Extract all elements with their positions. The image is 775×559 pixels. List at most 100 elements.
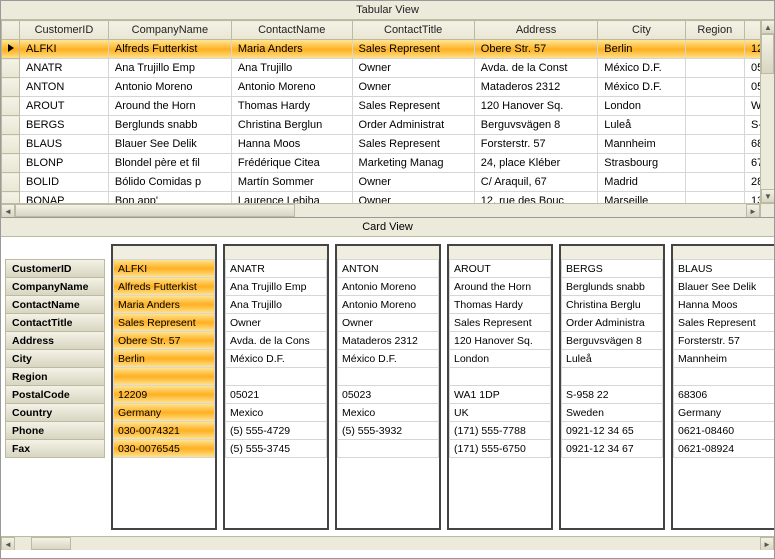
card-value[interactable]: AROUT xyxy=(449,259,551,278)
cell[interactable]: Marketing Manag xyxy=(352,154,474,173)
card-value[interactable] xyxy=(561,367,663,386)
card-horizontal-scrollbar[interactable]: ◄ ► xyxy=(1,536,774,550)
card-value[interactable]: Luleå xyxy=(561,349,663,368)
cell[interactable]: Ana Trujillo Emp xyxy=(108,59,231,78)
scroll-track[interactable] xyxy=(15,204,746,217)
cell[interactable] xyxy=(685,192,744,204)
card-value[interactable]: Obere Str. 57 xyxy=(113,331,215,350)
cell[interactable]: Order Administrat xyxy=(352,116,474,135)
card-value[interactable]: UK xyxy=(449,403,551,422)
cell[interactable]: Berglunds snabb xyxy=(108,116,231,135)
card-value[interactable]: BLAUS xyxy=(673,259,774,278)
cell[interactable] xyxy=(685,173,744,192)
card-value[interactable]: (171) 555-7788 xyxy=(449,421,551,440)
card-value[interactable]: México D.F. xyxy=(225,349,327,368)
cell[interactable]: Blondel père et fil xyxy=(108,154,231,173)
cell[interactable]: Frédérique Citea xyxy=(231,154,352,173)
card-value[interactable]: (171) 555-6750 xyxy=(449,439,551,458)
card-value[interactable]: Owner xyxy=(225,313,327,332)
cell[interactable]: AROUT xyxy=(20,97,109,116)
card-value[interactable]: Owner xyxy=(337,313,439,332)
card-header[interactable] xyxy=(449,246,551,260)
card-value[interactable]: Christina Berglu xyxy=(561,295,663,314)
column-header[interactable]: Region xyxy=(685,21,744,40)
card-value[interactable]: Maria Anders xyxy=(113,295,215,314)
card-value[interactable]: ALFKI xyxy=(113,259,215,278)
cell[interactable]: ANATR xyxy=(20,59,109,78)
cell[interactable]: S-! xyxy=(745,116,761,135)
card-value[interactable]: WA1 1DP xyxy=(449,385,551,404)
cell[interactable]: ANTON xyxy=(20,78,109,97)
card[interactable]: ALFKIAlfreds FutterkistMaria AndersSales… xyxy=(111,244,217,530)
card-value[interactable]: Berlin xyxy=(113,349,215,368)
card-header[interactable] xyxy=(337,246,439,260)
cell[interactable]: 13 xyxy=(745,192,761,204)
table-row[interactable]: BERGSBerglunds snabbChristina BerglunOrd… xyxy=(2,116,761,135)
row-header[interactable] xyxy=(2,97,20,116)
table-row[interactable]: BLAUSBlauer See DelikHanna MoosSales Rep… xyxy=(2,135,761,154)
cell[interactable] xyxy=(685,135,744,154)
card-value[interactable]: Sales Represent xyxy=(673,313,774,332)
cell[interactable]: Bólido Comidas p xyxy=(108,173,231,192)
card-value[interactable]: Order Administra xyxy=(561,313,663,332)
card-value[interactable] xyxy=(225,367,327,386)
cell[interactable]: Sales Represent xyxy=(352,97,474,116)
card-value[interactable]: S-958 22 xyxy=(561,385,663,404)
cell[interactable]: Obere Str. 57 xyxy=(474,40,598,59)
table-row[interactable]: ANTONAntonio MorenoAntonio MorenoOwnerMa… xyxy=(2,78,761,97)
row-header[interactable] xyxy=(2,59,20,78)
column-header[interactable]: Address xyxy=(474,21,598,40)
cell[interactable]: W. xyxy=(745,97,761,116)
cell[interactable]: Mannheim xyxy=(598,135,685,154)
card[interactable]: ANATRAna Trujillo EmpAna TrujilloOwnerAv… xyxy=(223,244,329,530)
card-value[interactable]: 0621-08460 xyxy=(673,421,774,440)
cell[interactable]: México D.F. xyxy=(598,78,685,97)
cell[interactable]: Marseille xyxy=(598,192,685,204)
card-value[interactable]: (5) 555-3745 xyxy=(225,439,327,458)
cell[interactable]: Owner xyxy=(352,192,474,204)
card-value[interactable]: Hanna Moos xyxy=(673,295,774,314)
card-value[interactable]: Sales Represent xyxy=(449,313,551,332)
cell[interactable]: 68 xyxy=(745,135,761,154)
cell[interactable]: Maria Anders xyxy=(231,40,352,59)
card-value[interactable]: México D.F. xyxy=(337,349,439,368)
cell[interactable]: Martín Sommer xyxy=(231,173,352,192)
cell[interactable]: Bon app' xyxy=(108,192,231,204)
cell[interactable] xyxy=(685,78,744,97)
card-value[interactable]: Berguvsvägen 8 xyxy=(561,331,663,350)
cell[interactable]: Madrid xyxy=(598,173,685,192)
card-value[interactable]: Around the Horn xyxy=(449,277,551,296)
card-value[interactable]: 12209 xyxy=(113,385,215,404)
card[interactable]: AROUTAround the HornThomas HardySales Re… xyxy=(447,244,553,530)
table-row[interactable]: BOLIDBólido Comidas pMartín SommerOwnerC… xyxy=(2,173,761,192)
horizontal-scrollbar[interactable]: ◄ ► xyxy=(1,203,760,217)
column-header[interactable] xyxy=(745,21,761,40)
card-value[interactable]: Antonio Moreno xyxy=(337,277,439,296)
cell[interactable]: C/ Araquil, 67 xyxy=(474,173,598,192)
card-header[interactable] xyxy=(561,246,663,260)
column-header[interactable]: CustomerID xyxy=(20,21,109,40)
card[interactable]: ANTONAntonio MorenoAntonio MorenoOwnerMa… xyxy=(335,244,441,530)
scroll-left-button[interactable]: ◄ xyxy=(1,204,15,218)
card-value[interactable]: 030-0074321 xyxy=(113,421,215,440)
card-value[interactable]: BERGS xyxy=(561,259,663,278)
cell[interactable] xyxy=(685,40,744,59)
card-value[interactable] xyxy=(113,367,215,386)
cell[interactable]: BLAUS xyxy=(20,135,109,154)
cell[interactable]: Berlin xyxy=(598,40,685,59)
cell[interactable]: Around the Horn xyxy=(108,97,231,116)
card-value[interactable]: Mexico xyxy=(225,403,327,422)
cell[interactable] xyxy=(685,116,744,135)
scroll-up-button[interactable]: ▲ xyxy=(761,20,774,34)
scroll-down-button[interactable]: ▼ xyxy=(761,189,774,203)
cell[interactable]: BOLID xyxy=(20,173,109,192)
scroll-left-button[interactable]: ◄ xyxy=(1,537,15,550)
cell[interactable]: 12 xyxy=(745,40,761,59)
cell[interactable]: Antonio Moreno xyxy=(231,78,352,97)
table-row[interactable]: BONAPBon app'Laurence LebihaOwner12, rue… xyxy=(2,192,761,204)
cell[interactable]: 67 xyxy=(745,154,761,173)
card-header[interactable] xyxy=(113,246,215,260)
scroll-track[interactable] xyxy=(15,537,760,550)
cell[interactable]: Ana Trujillo xyxy=(231,59,352,78)
cell[interactable]: Antonio Moreno xyxy=(108,78,231,97)
